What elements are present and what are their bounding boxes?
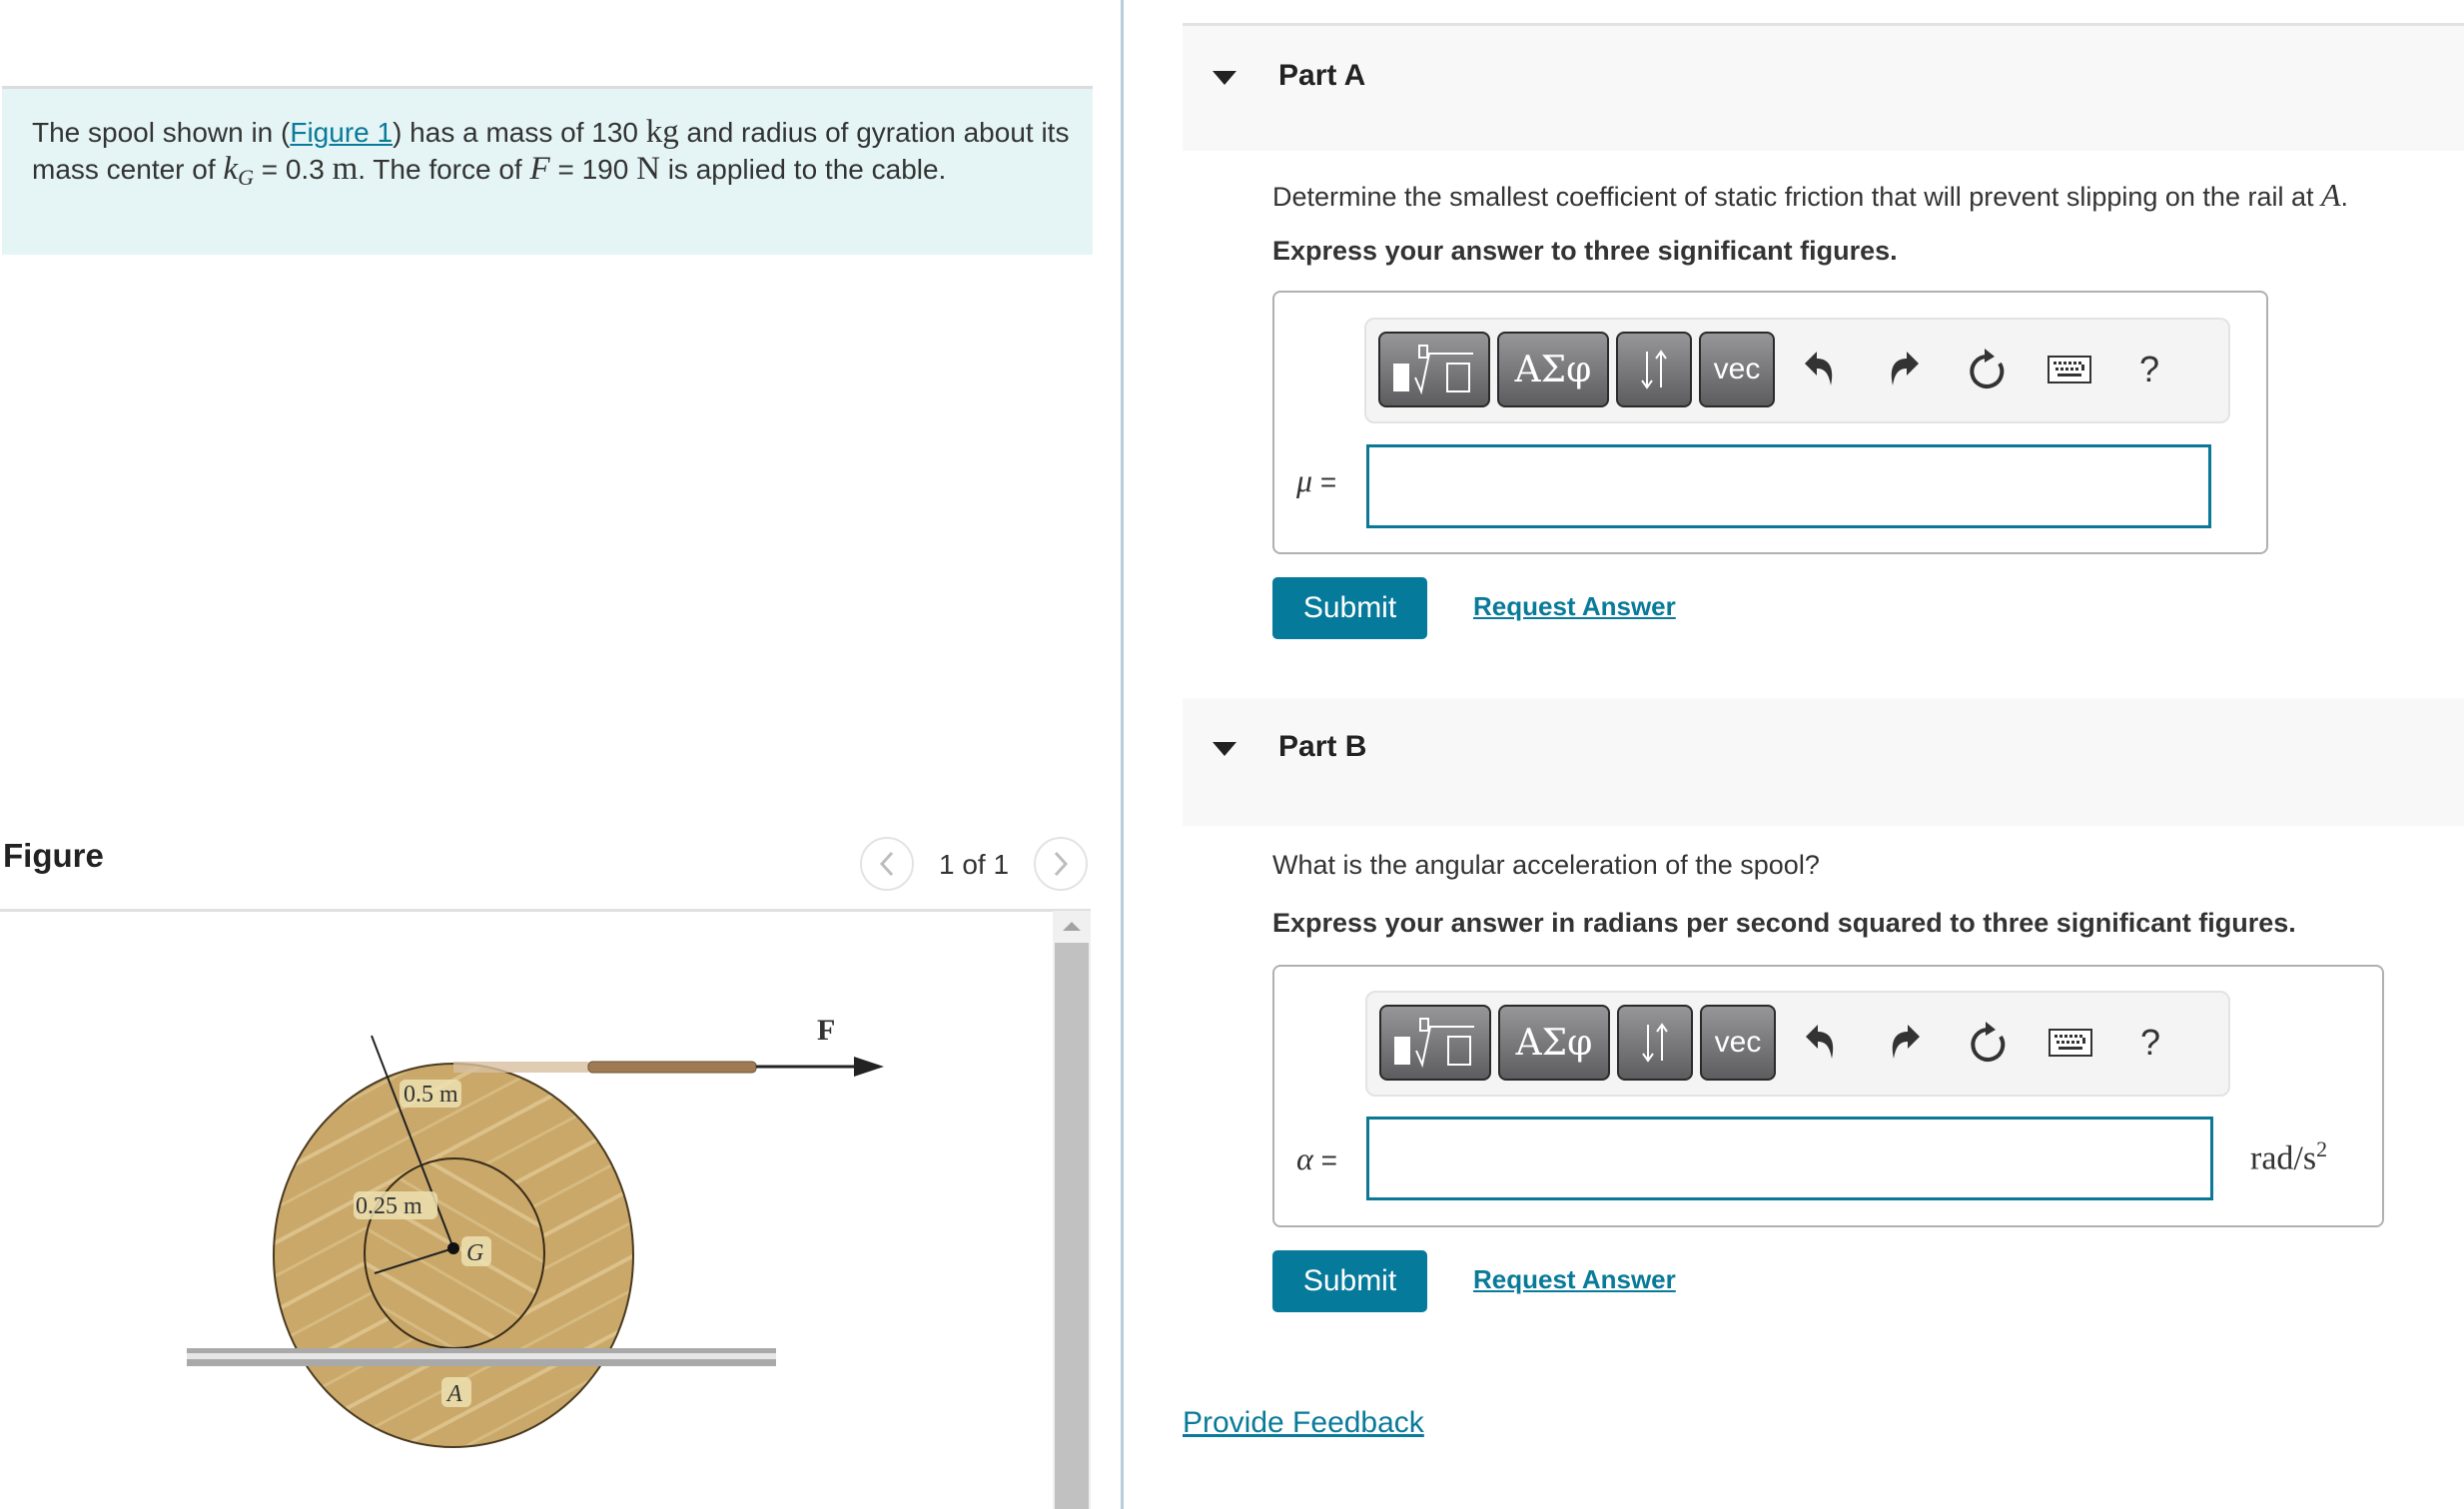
vector-button[interactable]: vec (1700, 1005, 1776, 1081)
part-b-header[interactable]: Part B (1183, 698, 2464, 826)
part-a-request-answer-link[interactable]: Request Answer (1473, 591, 1676, 622)
templates-button[interactable] (1378, 332, 1490, 407)
unit-label: rad/s2 (2250, 1136, 2327, 1177)
contact-point-label: A (445, 1381, 462, 1407)
part-b-title: Part B (1278, 730, 1367, 763)
mass-center-dot (447, 1242, 459, 1254)
cable-wound (587, 1061, 757, 1074)
force-arrow-head (854, 1057, 884, 1077)
help-button[interactable]: ? (2127, 348, 2171, 391)
redo-icon (1891, 352, 1919, 385)
reset-icon (1971, 1022, 2006, 1062)
equals-sign: = (1320, 1144, 1337, 1175)
templates-icon (1394, 1018, 1474, 1069)
alpha-label: α = (1296, 1140, 1337, 1177)
up-down-arrows-icon (1641, 350, 1667, 389)
greek-symbols-button[interactable]: ΑΣφ (1498, 1005, 1610, 1081)
chevron-left-icon (879, 851, 894, 877)
reset-button[interactable] (1966, 1021, 2010, 1065)
undo-button[interactable] (1799, 1021, 1843, 1065)
part-b-instruction: Express your answer in radians per secon… (1272, 908, 2296, 938)
problem-text: is applied to the cable. (659, 154, 947, 185)
question-variable: A (2321, 177, 2341, 213)
part-a-title: Part A (1278, 59, 1366, 92)
undo-icon (1806, 1025, 1834, 1059)
part-b-submit-button[interactable]: Submit (1272, 1250, 1427, 1312)
unit-n: N (636, 151, 660, 187)
up-down-arrows-icon (1642, 1023, 1668, 1063)
part-a-answer-box: ΑΣφ vec ? μ = (1272, 291, 2268, 554)
keyboard-button[interactable] (2048, 348, 2091, 391)
arrows-button[interactable] (1617, 1005, 1693, 1081)
provide-feedback-link[interactable]: Provide Feedback (1183, 1406, 1424, 1440)
k-symbol: k (223, 151, 239, 187)
help-button[interactable]: ? (2128, 1021, 2172, 1065)
arrow-up-icon (1063, 921, 1081, 931)
undo-icon (1805, 352, 1833, 385)
part-b-answer-box: ΑΣφ vec ? α = rad/s2 (1272, 965, 2384, 1227)
rail-highlight (187, 1353, 776, 1359)
inner-radius-label: 0.25 m (356, 1193, 422, 1219)
arrows-button[interactable] (1616, 332, 1692, 407)
undo-button[interactable] (1798, 348, 1842, 391)
redo-button[interactable] (1883, 1021, 1927, 1065)
chevron-right-icon (1054, 851, 1069, 877)
unit-m: m (332, 151, 359, 187)
unit-kg: kg (645, 114, 679, 150)
keyboard-icon (2049, 1029, 2092, 1057)
collapse-triangle-icon (1213, 742, 1236, 756)
figure-prev-button[interactable] (860, 837, 914, 891)
reset-icon (1970, 349, 2005, 388)
problem-text: . The force of (358, 154, 530, 185)
problem-text: The spool shown in ( (32, 117, 291, 148)
center-label: G (466, 1240, 483, 1266)
spool-figure: F 0.5 m 0.25 m G A (187, 1014, 884, 1448)
variable-symbol: α (1296, 1140, 1313, 1176)
vector-button[interactable]: vec (1699, 332, 1775, 407)
part-a-instruction: Express your answer to three significant… (1272, 236, 1898, 266)
question-end: . (2340, 182, 2349, 212)
problem-text: ) has a mass of 130 (393, 117, 646, 148)
part-b-request-answer-link[interactable]: Request Answer (1473, 1264, 1676, 1295)
variable-symbol: μ (1296, 462, 1313, 498)
alpha-answer-input[interactable] (1366, 1117, 2213, 1200)
templates-button[interactable] (1379, 1005, 1491, 1081)
part-a-submit-button[interactable]: Submit (1272, 577, 1427, 639)
mu-label: μ = (1296, 462, 1336, 499)
redo-icon (1892, 1025, 1920, 1059)
figure-link[interactable]: Figure 1 (290, 117, 393, 148)
problem-text: = 0.3 (253, 154, 333, 185)
part-a-header[interactable]: Part A (1183, 23, 2464, 151)
equals-sign: = (1319, 466, 1337, 497)
keyboard-button[interactable] (2049, 1021, 2092, 1065)
f-symbol: F (529, 151, 550, 187)
collapse-triangle-icon (1213, 71, 1236, 85)
force-label: F (817, 1014, 835, 1047)
cable (453, 1062, 588, 1073)
figure-next-button[interactable] (1034, 837, 1088, 891)
part-b-question: What is the angular acceleration of the … (1272, 850, 1820, 880)
math-toolbar: ΑΣφ vec ? (1364, 318, 2230, 423)
part-a-question: Determine the smallest coefficient of st… (1272, 177, 2348, 214)
unit-text: rad/s (2250, 1139, 2317, 1177)
greek-symbols-button[interactable]: ΑΣφ (1497, 332, 1609, 407)
unit-exponent: 2 (2316, 1136, 2328, 1161)
problem-text: = 190 (549, 154, 637, 185)
problem-statement: The spool shown in (Figure 1) has a mass… (32, 114, 1071, 196)
mu-answer-input[interactable] (1366, 444, 2211, 528)
math-toolbar: ΑΣφ vec ? (1365, 991, 2230, 1097)
templates-icon (1393, 345, 1473, 395)
redo-button[interactable] (1882, 348, 1926, 391)
question-text: Determine the smallest coefficient of st… (1272, 182, 2321, 212)
figure-title: Figure (3, 837, 104, 874)
scroll-up-button[interactable] (1053, 911, 1091, 941)
k-subscript: G (238, 165, 254, 190)
reset-button[interactable] (1965, 348, 2009, 391)
figure-pager-text: 1 of 1 (939, 849, 1010, 880)
outer-radius-label: 0.5 m (404, 1082, 458, 1108)
keyboard-icon (2048, 356, 2091, 383)
scrollbar-thumb[interactable] (1055, 943, 1089, 1509)
pane-divider[interactable] (1121, 0, 1124, 1509)
